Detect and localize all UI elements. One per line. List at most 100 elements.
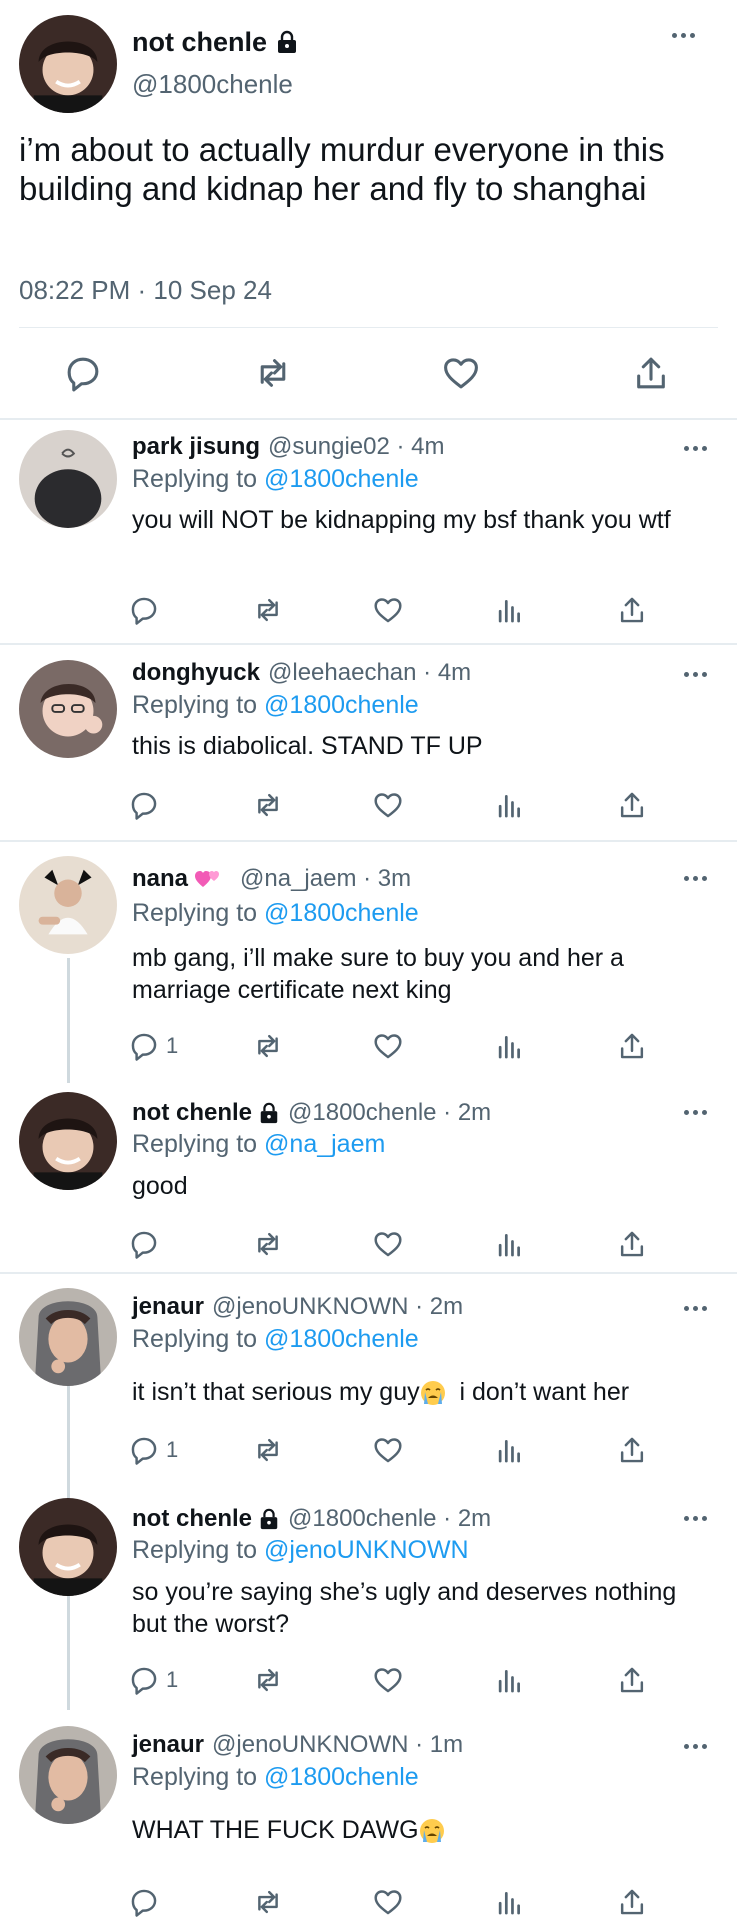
mention-link[interactable]: @na_jaem bbox=[264, 1130, 385, 1158]
divider bbox=[19, 327, 718, 328]
avatar[interactable] bbox=[19, 1288, 117, 1386]
heart-icon[interactable] bbox=[372, 1884, 404, 1920]
more-icon[interactable] bbox=[684, 1744, 707, 1749]
mention-link[interactable]: @jenoUNKNOWN bbox=[264, 1536, 469, 1564]
author-handle[interactable]: @1800chenle · 2m bbox=[288, 1098, 491, 1128]
views-icon[interactable] bbox=[494, 592, 526, 628]
reply-icon[interactable] bbox=[128, 592, 166, 628]
heart-icon[interactable] bbox=[372, 1432, 404, 1468]
views-icon[interactable] bbox=[494, 1662, 526, 1698]
reply-icon[interactable]: 1 bbox=[128, 1432, 178, 1468]
crying-emoji-icon bbox=[419, 1819, 444, 1844]
mention-link[interactable]: @1800chenle bbox=[264, 1763, 419, 1791]
more-icon[interactable] bbox=[684, 672, 707, 677]
author-name[interactable]: nana bbox=[132, 864, 222, 894]
heart-icon[interactable] bbox=[372, 787, 404, 823]
reply-tweet[interactable]: not chenle @1800chenle · 2m Replying to … bbox=[0, 1498, 737, 1720]
retweet-icon[interactable] bbox=[252, 1662, 284, 1698]
author-name-text: not chenle bbox=[132, 27, 268, 57]
author-name[interactable]: not chenle bbox=[132, 1098, 280, 1128]
heart-icon[interactable] bbox=[372, 1226, 404, 1262]
avatar[interactable] bbox=[19, 1092, 117, 1190]
more-icon[interactable] bbox=[672, 33, 695, 38]
author-handle[interactable]: @1800chenle bbox=[132, 68, 293, 100]
hearts-emoji-icon bbox=[195, 871, 220, 887]
author-handle[interactable]: @jenoUNKNOWN · 1m bbox=[212, 1730, 463, 1760]
author-name[interactable]: jenaur bbox=[132, 1730, 204, 1760]
author-name[interactable]: not chenle bbox=[132, 26, 299, 58]
heart-icon[interactable] bbox=[438, 350, 484, 396]
views-icon[interactable] bbox=[494, 1028, 526, 1064]
retweet-icon[interactable] bbox=[252, 1226, 284, 1262]
reply-icon[interactable] bbox=[128, 1226, 166, 1262]
author-handle[interactable]: @1800chenle · 2m bbox=[288, 1504, 491, 1534]
reply-icon[interactable] bbox=[60, 350, 106, 396]
reply-tweet[interactable]: jenaur @jenoUNKNOWN · 2m Replying to @18… bbox=[0, 1274, 737, 1500]
more-icon[interactable] bbox=[684, 446, 707, 451]
author-handle[interactable]: @sungie02 · 4m bbox=[268, 432, 444, 462]
views-icon[interactable] bbox=[494, 1884, 526, 1920]
heart-icon[interactable] bbox=[372, 1662, 404, 1698]
views-icon[interactable] bbox=[494, 1226, 526, 1262]
more-icon[interactable] bbox=[684, 1306, 707, 1311]
mention-link[interactable]: @1800chenle bbox=[264, 691, 419, 719]
share-icon[interactable] bbox=[616, 1662, 648, 1698]
retweet-icon[interactable] bbox=[252, 592, 284, 628]
author-name[interactable]: park jisung bbox=[132, 432, 260, 462]
share-icon[interactable] bbox=[628, 350, 674, 396]
retweet-icon[interactable] bbox=[252, 1432, 284, 1468]
author-handle[interactable]: @na_jaem · 3m bbox=[240, 864, 411, 894]
avatar[interactable] bbox=[19, 1726, 117, 1824]
avatar[interactable] bbox=[19, 15, 117, 113]
heart-icon[interactable] bbox=[372, 1028, 404, 1064]
replying-to: Replying to @jenoUNKNOWN bbox=[132, 1535, 469, 1566]
reply-icon[interactable]: 1 bbox=[128, 1028, 178, 1064]
author-handle[interactable]: @jenoUNKNOWN · 2m bbox=[212, 1292, 463, 1322]
share-icon[interactable] bbox=[616, 1226, 648, 1262]
share-icon[interactable] bbox=[616, 592, 648, 628]
share-icon[interactable] bbox=[616, 1028, 648, 1064]
mention-link[interactable]: @1800chenle bbox=[264, 899, 419, 927]
author-name[interactable]: jenaur bbox=[132, 1292, 204, 1322]
more-icon[interactable] bbox=[684, 1516, 707, 1521]
retweet-icon[interactable] bbox=[252, 787, 284, 823]
replying-label: Replying to bbox=[132, 1130, 258, 1158]
author-name-text: not chenle bbox=[132, 1099, 253, 1126]
share-icon[interactable] bbox=[616, 1884, 648, 1920]
lock-icon bbox=[260, 1508, 278, 1530]
reply-tweet[interactable]: jenaur @jenoUNKNOWN · 1m Replying to @18… bbox=[0, 1720, 737, 1920]
views-icon[interactable] bbox=[494, 787, 526, 823]
retweet-icon[interactable] bbox=[252, 1028, 284, 1064]
reply-icon[interactable] bbox=[128, 787, 166, 823]
avatar[interactable] bbox=[19, 856, 117, 954]
reply-icon[interactable] bbox=[128, 1884, 166, 1920]
more-icon[interactable] bbox=[684, 876, 707, 881]
author-name-text: not chenle bbox=[132, 1505, 253, 1532]
reply-tweet[interactable]: nana @na_jaem · 3m Replying to @1800chen… bbox=[0, 842, 737, 1090]
author-name[interactable]: donghyuck bbox=[132, 658, 260, 688]
mention-link[interactable]: @1800chenle bbox=[264, 1325, 419, 1353]
reply-tweet[interactable]: donghyuck @leehaechan · 4m Replying to @… bbox=[0, 644, 737, 840]
retweet-icon[interactable] bbox=[250, 350, 296, 396]
more-icon[interactable] bbox=[684, 1110, 707, 1115]
reply-icon[interactable]: 1 bbox=[128, 1662, 178, 1698]
tweet-timestamp[interactable]: 08:22 PM · 10 Sep 24 bbox=[19, 274, 272, 306]
replying-label: Replying to bbox=[132, 1325, 258, 1353]
tweet-actions bbox=[0, 1226, 737, 1262]
reply-tweet[interactable]: not chenle @1800chenle · 2m Replying to … bbox=[0, 1090, 737, 1272]
author-name[interactable]: not chenle bbox=[132, 1504, 280, 1534]
tweet-actions: 1 bbox=[0, 1432, 737, 1468]
views-icon[interactable] bbox=[494, 1432, 526, 1468]
tweet-actions bbox=[0, 1884, 737, 1920]
crying-emoji-icon bbox=[420, 1381, 445, 1406]
mention-link[interactable]: @1800chenle bbox=[264, 465, 419, 493]
retweet-icon[interactable] bbox=[252, 1884, 284, 1920]
author-handle[interactable]: @leehaechan · 4m bbox=[268, 658, 471, 688]
avatar[interactable] bbox=[19, 430, 117, 528]
share-icon[interactable] bbox=[616, 1432, 648, 1468]
avatar[interactable] bbox=[19, 660, 117, 758]
reply-tweet[interactable]: park jisung @sungie02 · 4m Replying to @… bbox=[0, 418, 737, 644]
avatar[interactable] bbox=[19, 1498, 117, 1596]
heart-icon[interactable] bbox=[372, 592, 404, 628]
share-icon[interactable] bbox=[616, 787, 648, 823]
